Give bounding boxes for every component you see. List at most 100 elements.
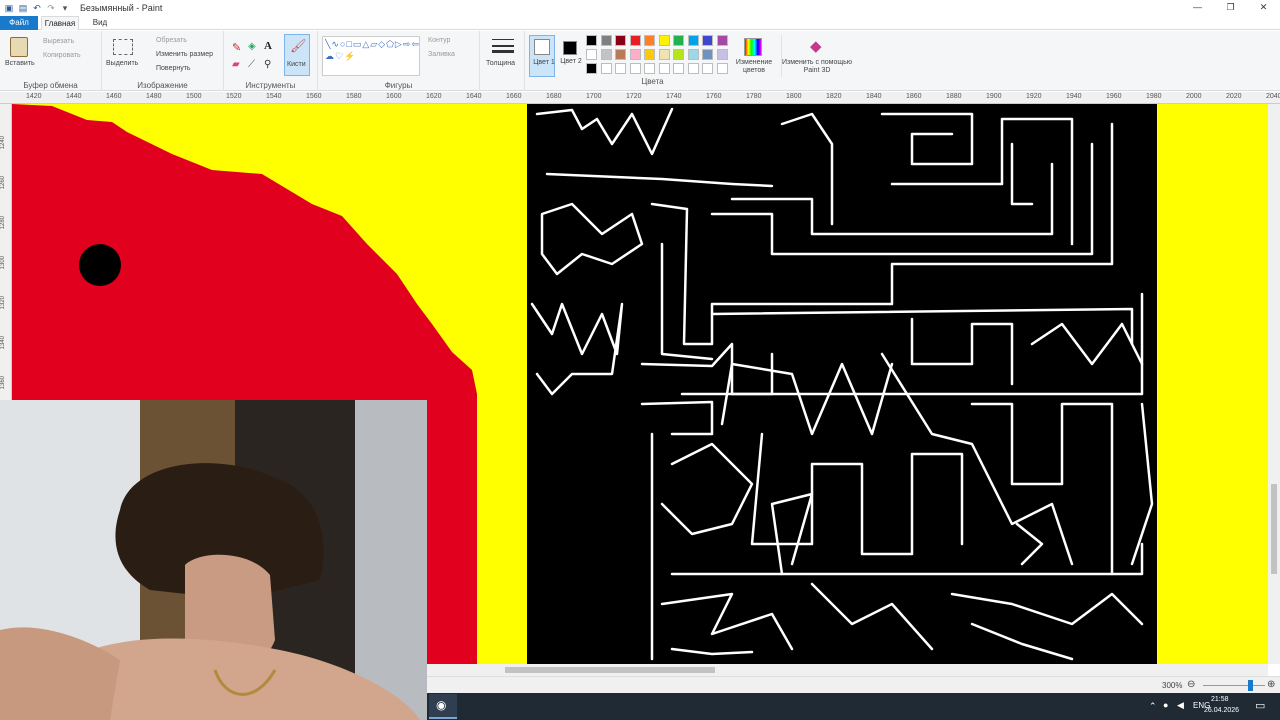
palette-swatch[interactable] — [600, 63, 612, 74]
palette-swatch[interactable] — [687, 49, 699, 60]
zoom-in-icon[interactable]: ⊕ — [1267, 679, 1275, 690]
palette-swatch[interactable] — [702, 63, 713, 74]
palette-swatch[interactable] — [644, 35, 655, 46]
ruler-tick-label: 1780 — [746, 93, 762, 100]
color2-label: Цвет 2 — [560, 58, 582, 65]
clock-date[interactable]: 26.04.2026 — [1204, 707, 1239, 714]
palette-swatch[interactable] — [658, 49, 670, 60]
vruler-tick-label: 1280 — [0, 216, 6, 230]
palette-swatch[interactable] — [673, 35, 684, 46]
ruler-tick-label: 1820 — [826, 93, 842, 100]
palette-swatch[interactable] — [600, 49, 612, 60]
fill-button[interactable]: Заливка — [428, 51, 455, 58]
cut-button[interactable]: Вырезать — [43, 38, 74, 45]
black-dot — [79, 244, 121, 286]
shapes-group-label: Фигуры — [384, 81, 413, 90]
paint3d-button[interactable]: ◆ Изменить с помощью Paint 3D — [781, 35, 852, 77]
palette-swatch[interactable] — [615, 63, 626, 74]
magnifier-icon[interactable]: ⚲ — [264, 59, 271, 70]
palette-swatch[interactable] — [673, 49, 684, 60]
select-button[interactable]: Выделить — [106, 60, 138, 67]
palette-swatch[interactable] — [586, 49, 597, 60]
color-picker-icon[interactable]: ⟋ — [248, 59, 255, 70]
thickness-mid-line — [492, 45, 514, 47]
minimize-button[interactable]: — — [1181, 0, 1214, 16]
palette-swatch[interactable] — [586, 35, 597, 46]
close-button[interactable]: ✕ — [1247, 0, 1280, 16]
palette-swatch[interactable] — [615, 35, 626, 46]
palette-swatch[interactable] — [644, 63, 655, 74]
zoom-slider-track[interactable] — [1203, 685, 1265, 686]
ruler-tick-label: 1880 — [946, 93, 962, 100]
tab-home[interactable]: Главная — [41, 16, 79, 30]
tab-file[interactable]: Файл — [0, 16, 38, 30]
palette-swatch[interactable] — [658, 63, 670, 74]
copy-button[interactable]: Копировать — [43, 52, 81, 59]
microphone-icon[interactable]: ● — [1163, 700, 1168, 710]
paste-button[interactable]: Вставить — [5, 60, 35, 67]
shapes-gallery[interactable]: ╲∿○□▭△▱◇⬠▷⇨⇦⇧⇩✦✧✩▭◯☁♡⚡ — [322, 36, 420, 76]
colors-group-label: Цвета — [641, 77, 664, 86]
maximize-button[interactable]: ❐ — [1214, 0, 1247, 16]
palette-swatch[interactable] — [644, 49, 655, 60]
ruler-tick-label: 1740 — [666, 93, 682, 100]
ruler-tick-label: 1960 — [1106, 93, 1122, 100]
palette-swatch[interactable] — [615, 49, 626, 60]
palette-swatch[interactable] — [716, 35, 728, 46]
tray-chevron-icon[interactable]: ⌃ — [1149, 701, 1157, 712]
steam-taskbar-button[interactable]: ◉ — [429, 694, 457, 719]
zoom-slider-thumb[interactable] — [1247, 680, 1253, 691]
palette-swatch[interactable] — [702, 49, 713, 60]
palette-swatch[interactable] — [673, 63, 684, 74]
edit-colors-label: Изменение цветов — [735, 59, 773, 74]
resize-button[interactable]: Изменить размер — [156, 51, 213, 58]
palette-swatch[interactable] — [586, 63, 597, 74]
palette-swatch[interactable] — [629, 35, 641, 46]
pencil-icon[interactable]: ✎ — [232, 41, 241, 54]
palette-swatch[interactable] — [716, 63, 728, 74]
vertical-scroll-thumb[interactable] — [1271, 484, 1277, 574]
ruler-tick-label: 1720 — [626, 93, 642, 100]
palette-swatch[interactable] — [629, 63, 641, 74]
palette-swatch[interactable] — [716, 49, 728, 60]
steam-icon: ◉ — [436, 698, 447, 712]
outline-button[interactable]: Контур — [428, 37, 450, 44]
rotate-button[interactable]: Повернуть — [156, 65, 191, 72]
quick-access-dropdown-icon[interactable]: ▾ — [60, 3, 70, 13]
fill-icon[interactable]: ◈ — [248, 41, 256, 52]
edit-colors-button[interactable]: Изменение цветов — [732, 35, 776, 77]
webcam-overlay — [0, 400, 427, 720]
tab-view[interactable]: Вид — [84, 16, 116, 30]
palette-swatch[interactable] — [629, 49, 641, 60]
vertical-scrollbar[interactable] — [1268, 104, 1280, 664]
undo-icon[interactable]: ↶ — [32, 3, 42, 13]
color2-button[interactable]: Цвет 2 — [558, 35, 582, 77]
thickness-group: Толщина — [480, 31, 525, 91]
clock-time[interactable]: 21:58 — [1211, 696, 1229, 703]
palette-swatch[interactable] — [687, 63, 699, 74]
save-icon[interactable]: ▤ — [18, 3, 28, 13]
horizontal-scroll-thumb[interactable] — [505, 667, 715, 673]
volume-icon[interactable]: ◀ — [1177, 700, 1184, 711]
select-icon[interactable] — [113, 39, 133, 55]
eraser-icon[interactable]: ▰ — [232, 59, 240, 70]
brushes-button[interactable]: 🖌 Кисти — [284, 34, 310, 76]
paste-icon[interactable] — [10, 37, 28, 57]
zoom-level: 300% — [1162, 681, 1183, 690]
vertical-ruler: 1240 1260 1280 1300 1320 1340 1360 — [0, 104, 12, 400]
notifications-icon[interactable]: ▭ — [1255, 699, 1265, 712]
palette-swatch[interactable] — [600, 35, 612, 46]
crop-button[interactable]: Обрезать — [156, 37, 187, 44]
color1-button[interactable]: Цвет 1 — [529, 35, 555, 77]
palette-swatch[interactable] — [658, 35, 670, 46]
thickness-button[interactable]: Толщина — [486, 60, 515, 67]
text-icon[interactable]: A — [264, 40, 272, 52]
ruler-tick-label: 1540 — [266, 93, 282, 100]
status-bar: 300% ⊖ ⊕ — [427, 676, 1280, 693]
palette-swatch[interactable] — [702, 35, 713, 46]
zoom-out-icon[interactable]: ⊖ — [1187, 679, 1195, 690]
palette-swatch[interactable] — [687, 35, 699, 46]
maze-block — [527, 104, 1157, 664]
redo-icon[interactable]: ↷ — [46, 3, 56, 13]
horizontal-scrollbar[interactable] — [427, 664, 1268, 676]
